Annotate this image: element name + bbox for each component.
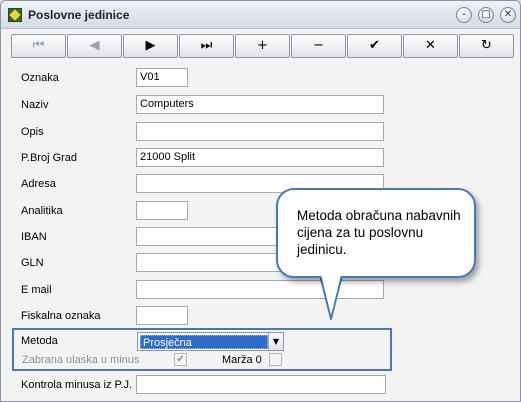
window: Poslovne jedinice – □ ✕ ⏮ ◀ ▶ ⏭ + − ✔ ✕ … xyxy=(0,0,521,402)
callout-text: Metoda obračuna nabavnih cijena za tu po… xyxy=(297,208,461,257)
callout-bubble: Metoda obračuna nabavnih cijena za tu po… xyxy=(276,188,476,278)
